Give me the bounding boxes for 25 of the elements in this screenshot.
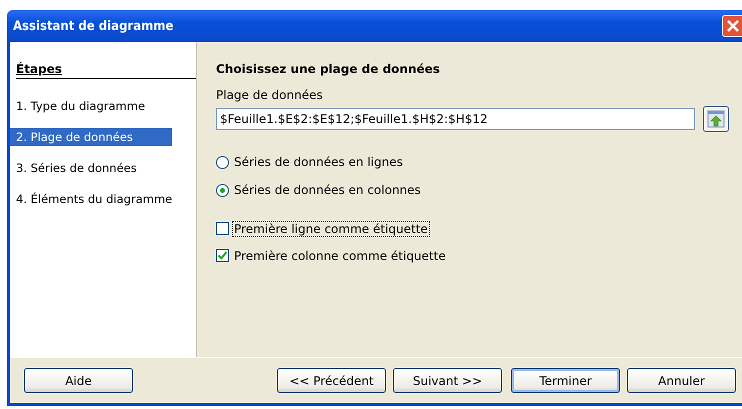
checkbox-label: Première ligne comme étiquette (233, 222, 429, 236)
checkbox-label: Première colonne comme étiquette (233, 248, 447, 262)
close-button[interactable] (722, 15, 742, 37)
checkbox[interactable] (216, 249, 229, 262)
checkbox[interactable] (216, 222, 229, 235)
range-input-field[interactable]: $Feuille1.$E$2:$E$12;$Feuille1.$H$2:$H$12 (216, 108, 695, 130)
select-range-button[interactable] (703, 106, 729, 132)
steps-heading: Étapes (16, 62, 196, 79)
page-heading: Choisissez une plage de données (216, 62, 441, 76)
dialog-button[interactable]: Suivant >> (393, 368, 502, 393)
radio-button[interactable] (216, 156, 229, 168)
close-icon (726, 19, 740, 33)
step-item[interactable]: 4. Éléments du diagramme (10, 190, 178, 208)
radio-button[interactable] (216, 184, 229, 196)
option-label: Séries de données en lignes (233, 155, 404, 169)
window-title: Assistant de diagramme (13, 18, 174, 34)
dialog-button[interactable]: Aide (24, 368, 133, 393)
step-item[interactable]: 1. Type du diagramme (10, 97, 172, 115)
step-item[interactable]: 2. Plage de données (10, 128, 172, 146)
range-label: Plage de données (216, 88, 324, 102)
dialog-button[interactable]: Annuler (627, 368, 736, 393)
dialog-button[interactable]: << Précédent (277, 368, 386, 393)
option-label: Séries de données en colonnes (233, 183, 422, 197)
dialog-button[interactable]: Terminer (511, 368, 620, 393)
step-item[interactable]: 3. Séries de données (10, 159, 172, 177)
